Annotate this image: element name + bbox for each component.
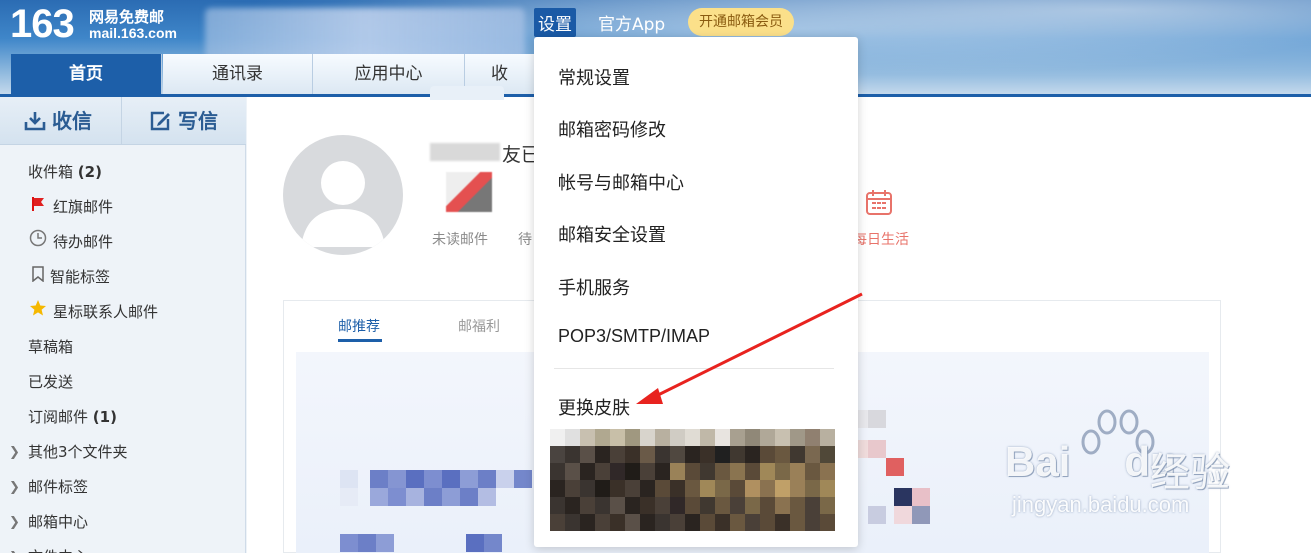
red-annotation-arrow [636, 292, 863, 404]
